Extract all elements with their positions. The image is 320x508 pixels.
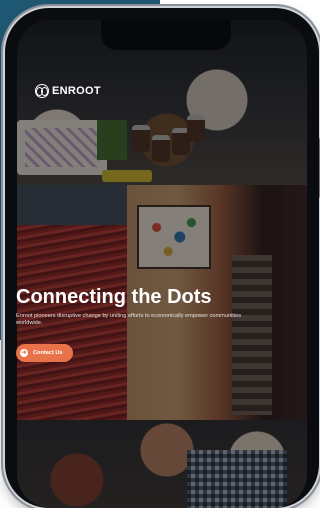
enroot-logo-icon — [35, 84, 49, 98]
arrow-right-icon: ➜ — [20, 349, 28, 357]
phone-notch — [101, 20, 231, 50]
phone-mockup: ENROOT — [5, 8, 320, 508]
contact-us-button[interactable]: ➜ Contact Us — [16, 344, 73, 362]
brand-name: ENROOT — [52, 85, 101, 97]
brand-logo[interactable]: ENROOT — [35, 84, 101, 98]
photo-overlay — [17, 420, 307, 508]
phone-screen: ENROOT — [17, 20, 307, 508]
hero-subtitle: Enroot pioneers disruptive change by uni… — [16, 313, 242, 326]
hero-title: Connecting the Dots — [16, 286, 212, 308]
photo-people — [17, 420, 307, 508]
contact-us-label: Contact Us — [33, 350, 63, 356]
